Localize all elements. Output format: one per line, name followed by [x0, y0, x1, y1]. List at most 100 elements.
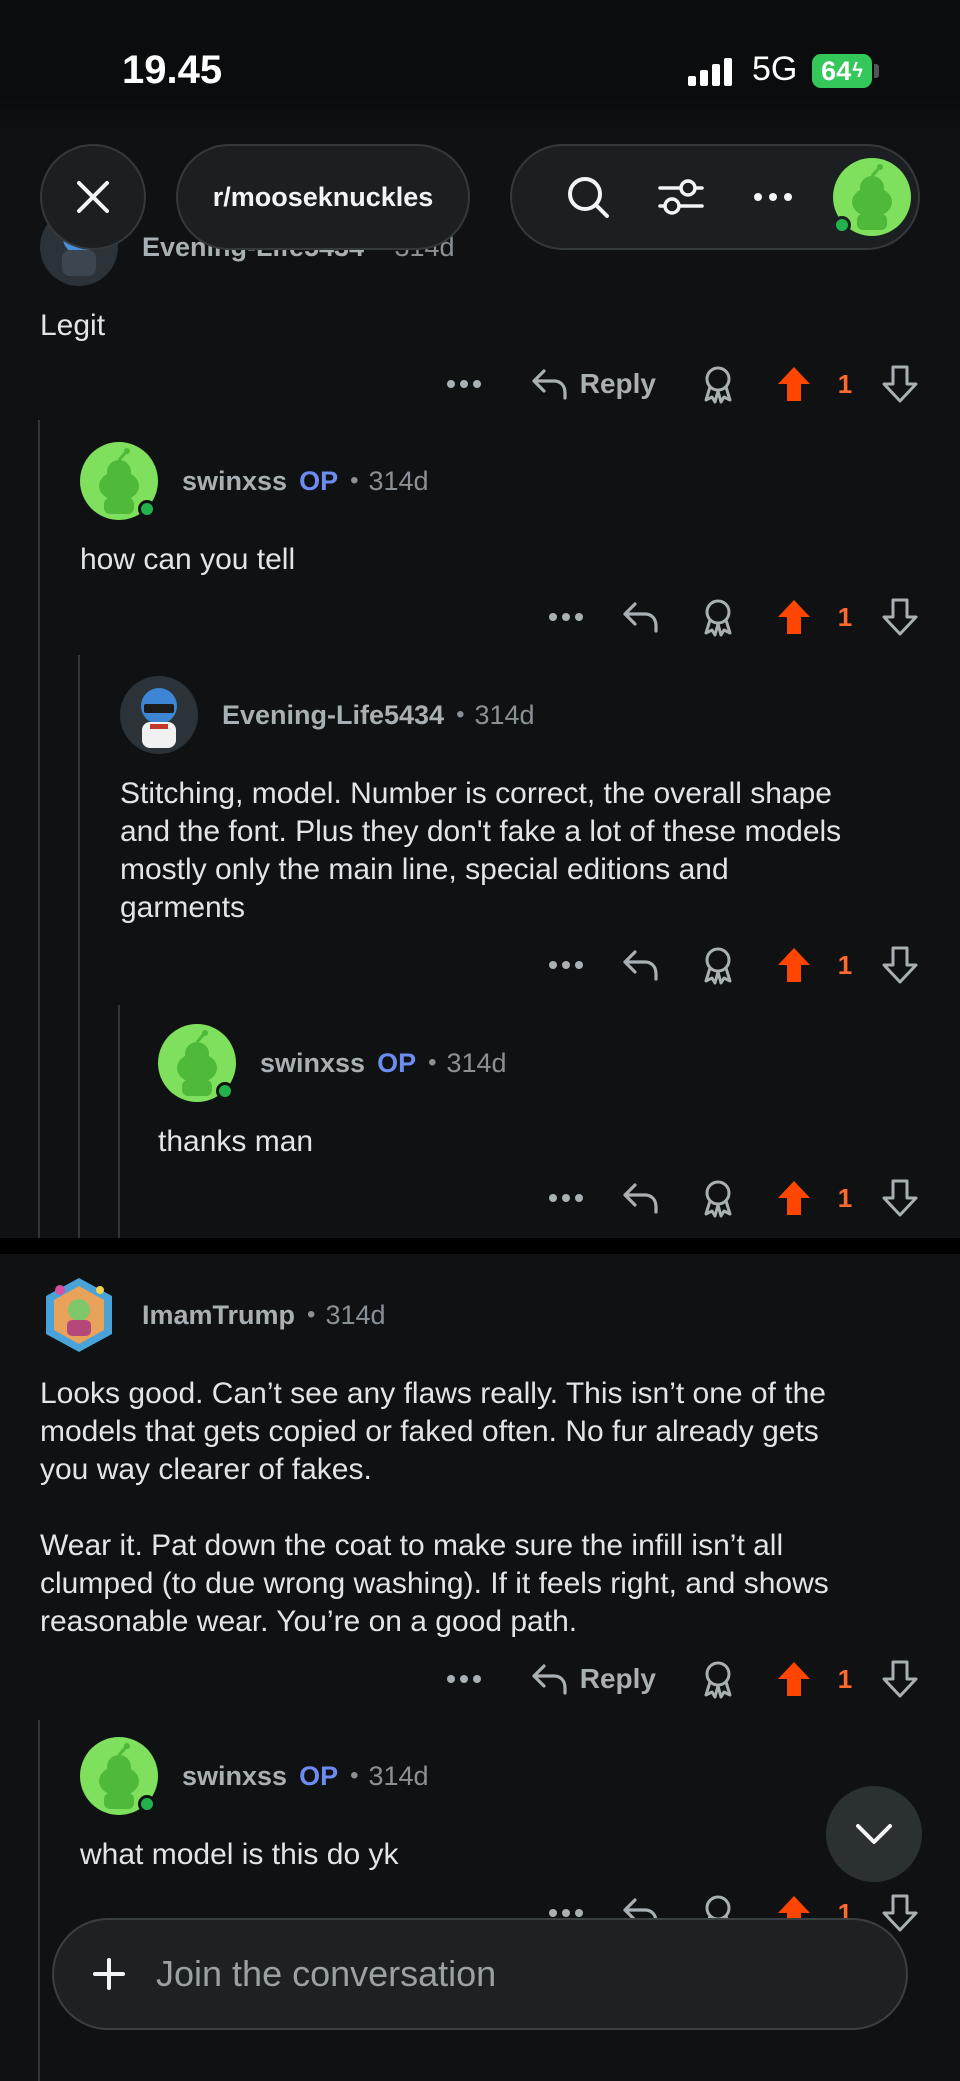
comment-actions: 1	[536, 935, 922, 995]
username[interactable]: swinxss	[260, 1048, 365, 1079]
downvote-icon	[882, 1179, 918, 1217]
username[interactable]: ImamTrump	[142, 1300, 295, 1331]
downvote-button[interactable]	[878, 1179, 922, 1217]
upvote-button[interactable]	[772, 1179, 816, 1217]
award-button[interactable]	[696, 1659, 740, 1699]
more-options-button[interactable]	[434, 380, 494, 388]
upvote-button[interactable]	[772, 598, 816, 636]
thread-separator	[0, 1238, 960, 1254]
reply-button[interactable]	[618, 600, 662, 634]
chevron-down-icon	[856, 1824, 892, 1844]
comment-header: swinxss OP • 314d	[80, 1737, 429, 1815]
comment-age: 314d	[368, 1760, 429, 1791]
close-button[interactable]	[40, 144, 146, 250]
battery-indicator: 64 ϟ	[812, 54, 872, 88]
separator-dot: •	[307, 1301, 316, 1328]
upvote-button[interactable]	[772, 365, 816, 403]
downvote-button[interactable]	[878, 598, 922, 636]
comment-composer[interactable]	[52, 1918, 908, 2030]
charging-icon: ϟ	[852, 59, 863, 82]
award-button[interactable]	[696, 364, 740, 404]
more-options-button[interactable]	[536, 613, 596, 621]
reply-button[interactable]: Reply	[530, 1662, 656, 1696]
overflow-menu-button[interactable]	[727, 157, 820, 237]
avatar[interactable]	[80, 442, 158, 520]
downvote-button[interactable]	[878, 1894, 922, 1932]
op-badge: OP	[299, 465, 339, 496]
network-type: 5G	[752, 50, 798, 88]
separator-dot: •	[350, 467, 359, 494]
upvote-button[interactable]	[772, 1660, 816, 1698]
downvote-button[interactable]	[878, 1660, 922, 1698]
downvote-button[interactable]	[878, 365, 922, 403]
scroll-next-button[interactable]	[826, 1786, 922, 1882]
more-options-button[interactable]	[536, 1194, 596, 1202]
avatar	[832, 158, 911, 236]
search-button[interactable]	[542, 157, 635, 237]
reply-button[interactable]	[618, 948, 662, 982]
upvote-button[interactable]	[772, 946, 816, 984]
thread-line	[38, 420, 40, 1238]
comment-age: 314d	[446, 1047, 507, 1078]
reply-button[interactable]: Reply	[530, 367, 656, 401]
comment-header: ImamTrump • 314d	[40, 1276, 386, 1354]
comment-body: what model is this do yk	[80, 1838, 399, 1871]
search-icon	[568, 177, 610, 218]
comment-body: how can you tell	[80, 543, 296, 576]
more-icon	[549, 1909, 583, 1917]
comment-body: Looks good. Can’t see any flaws really. …	[40, 1377, 829, 1638]
more-icon	[446, 380, 481, 388]
username[interactable]: Evening-Life5434	[222, 700, 444, 731]
comment-input[interactable]	[156, 1953, 816, 1995]
comment-header: Evening-Life5434 • 314d	[120, 676, 535, 754]
avatar[interactable]	[158, 1024, 236, 1102]
downvote-icon	[882, 1660, 918, 1698]
comment-actions: 1	[536, 587, 922, 647]
comment-body: thanks man	[158, 1125, 314, 1158]
avatar[interactable]	[80, 1737, 158, 1815]
battery-level: 64	[821, 55, 852, 86]
reply-icon	[532, 369, 567, 400]
separator-dot: •	[350, 1762, 359, 1789]
upvote-icon	[778, 1662, 810, 1696]
comment-age: 314d	[474, 699, 535, 730]
downvote-icon	[882, 1894, 918, 1932]
award-icon	[704, 599, 732, 637]
username[interactable]: swinxss	[182, 1761, 287, 1792]
vote-count: 1	[837, 368, 853, 399]
op-badge: OP	[377, 1047, 417, 1078]
status-bar: 19.45 5G 64 ϟ	[0, 0, 960, 140]
profile-avatar-button[interactable]	[826, 157, 919, 237]
comment-body: Stitching, model. Number is correct, the…	[120, 777, 842, 924]
subreddit-button[interactable]: r/mooseknuckles	[176, 144, 470, 250]
thread-line	[78, 655, 80, 1238]
sort-filter-button[interactable]	[635, 157, 728, 237]
award-button[interactable]	[696, 1178, 740, 1218]
more-options-button[interactable]	[536, 961, 596, 969]
comment-header: swinxss OP • 314d	[80, 442, 429, 520]
online-indicator	[832, 216, 851, 234]
award-button[interactable]	[696, 597, 740, 637]
username[interactable]: swinxss	[182, 466, 287, 497]
reply-button[interactable]	[618, 1181, 662, 1215]
downvote-icon	[882, 946, 918, 984]
comment-actions: Reply 1	[434, 1649, 922, 1709]
reply-icon	[623, 950, 658, 981]
op-badge: OP	[299, 1760, 339, 1791]
status-time: 19.45	[122, 48, 223, 92]
avatar[interactable]	[40, 1276, 118, 1354]
downvote-icon	[882, 365, 918, 403]
more-options-button[interactable]	[536, 1909, 596, 1917]
comment-actions: Reply 1	[434, 354, 922, 414]
downvote-button[interactable]	[878, 946, 922, 984]
more-icon	[549, 1194, 583, 1202]
plus-icon[interactable]	[92, 1957, 126, 1991]
online-indicator	[138, 1795, 156, 1813]
upvote-icon	[778, 948, 810, 982]
award-button[interactable]	[696, 945, 740, 985]
separator-dot: •	[456, 701, 465, 728]
avatar[interactable]	[120, 676, 198, 754]
reply-label: Reply	[579, 1663, 656, 1694]
thread-line	[38, 1720, 40, 2081]
more-options-button[interactable]	[434, 1675, 494, 1683]
